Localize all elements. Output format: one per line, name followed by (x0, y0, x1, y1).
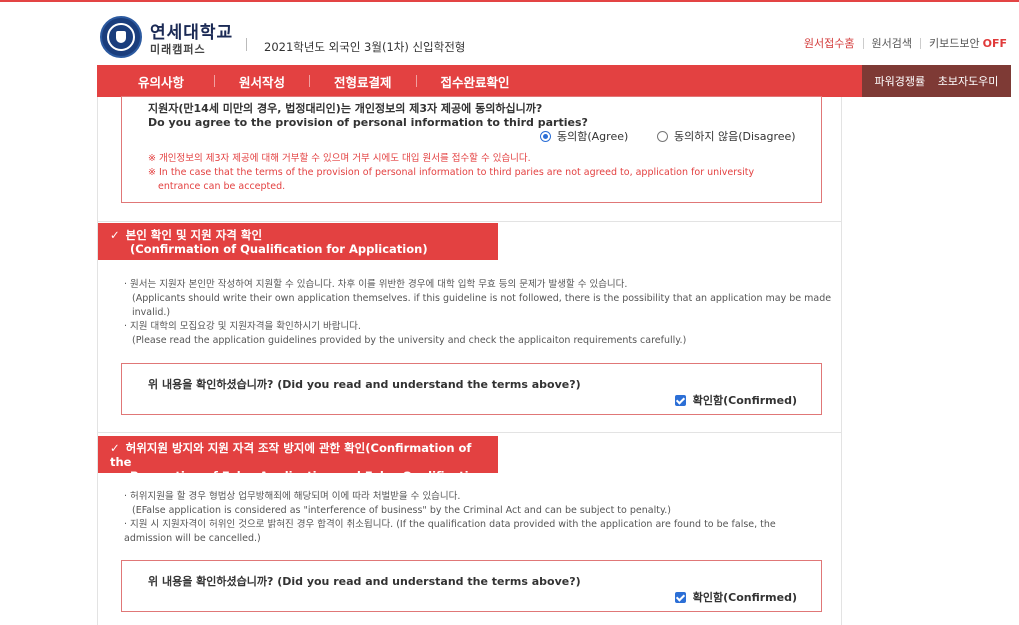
identity-confirm-question: 위 내용을 확인하셨습니까? (Did you read and underst… (148, 378, 581, 391)
consent-note-en-2: entrance can be accepted. (158, 181, 286, 192)
check-icon: ✓ (110, 228, 120, 242)
false-app-bullet-2-line2: admission will be cancelled.) (124, 533, 261, 544)
disagree-label: 동의하지 않음(Disagree) (674, 130, 796, 143)
disagree-radio[interactable]: 동의하지 않음(Disagree) (657, 128, 796, 144)
side-nav: 파워경쟁률 초보자도우미 (862, 65, 1011, 97)
third-party-consent-box: 지원자(만14세 미만의 경우, 법정대리인)는 개인정보의 제3자 제공에 동… (121, 96, 822, 203)
util-divider (862, 37, 864, 49)
section-divider (98, 432, 841, 433)
false-application-guidelines: · 허위지원을 할 경우 형법상 업무방해죄에 해당되며 이에 따라 처벌받을 … (124, 490, 776, 546)
keyboard-security-link[interactable]: 키보드보안 (929, 35, 980, 51)
identity-heading-kr: 본인 확인 및 지원 자격 확인 (125, 228, 263, 242)
keyboard-security-state[interactable]: OFF (983, 37, 1007, 50)
false-application-section-heading: ✓ 허위지원 방지와 지원 자격 조작 방지에 관한 확인(Confirmatio… (98, 436, 498, 497)
identity-guidelines: · 원서는 지원자 본인만 작성하여 지원할 수 있습니다. 차후 이를 위반한… (124, 278, 831, 348)
campus-name: 미래캠퍼스 (150, 43, 206, 56)
false-application-confirm-box: 위 내용을 확인하셨습니까? (Did you read and underst… (121, 560, 822, 612)
false-app-bullet-1-en: (EFalse application is considered as "in… (132, 505, 671, 516)
nav-item-notice[interactable]: 유의사항 (138, 72, 184, 91)
false-app-confirm-checkbox[interactable]: 확인함(Confirmed) (674, 589, 797, 605)
nav-divider (214, 75, 216, 87)
identity-confirm-checkbox[interactable]: 확인함(Confirmed) (674, 392, 797, 408)
university-seal-logo[interactable] (100, 16, 142, 58)
apply-home-link[interactable]: 원서접수홈 (804, 35, 855, 51)
checkbox-checked-icon (674, 394, 686, 406)
identity-heading-en: (Confirmation of Qualification for Appli… (130, 242, 428, 256)
nav-divider (309, 75, 311, 87)
identity-bullet-2-en: (Please read the application guidelines … (132, 335, 687, 346)
consent-note-kr: ※ 개인정보의 제3자 제공에 대해 거부할 수 있으며 거부 시에도 대입 원… (148, 153, 531, 164)
nav-divider (415, 75, 417, 87)
identity-section-heading: ✓ 본인 확인 및 지원 자격 확인 (Confirmation of Quali… (98, 223, 498, 260)
false-app-confirm-question: 위 내용을 확인하셨습니까? (Did you read and underst… (148, 575, 581, 588)
section-divider (98, 221, 841, 222)
agree-radio[interactable]: 동의함(Agree) (540, 128, 628, 144)
radio-indicator (540, 130, 551, 142)
apply-search-link[interactable]: 원서검색 (872, 35, 912, 51)
false-app-bullet-1-kr: · 허위지원을 할 경우 형법상 업무방해죄에 해당되며 이에 따라 처벌받을 … (124, 491, 461, 502)
consent-question-kr: 지원자(만14세 미만의 경우, 법정대리인)는 개인정보의 제3자 제공에 동… (148, 102, 543, 115)
identity-confirm-box: 위 내용을 확인하셨습니까? (Did you read and underst… (121, 363, 822, 415)
identity-bullet-1-kr: · 원서는 지원자 본인만 작성하여 지원할 수 있습니다. 차후 이를 위반한… (124, 279, 628, 290)
utility-links: 원서접수홈 원서검색 키보드보안 OFF (804, 35, 1007, 51)
title-divider (246, 38, 247, 51)
false-app-confirm-label: 확인함(Confirmed) (692, 591, 797, 604)
checkbox-checked-icon (674, 591, 686, 603)
false-app-bullet-2-line1: · 지원 시 지원자격이 허위인 것으로 밝혀진 경우 합격이 취소됩니다. (… (124, 519, 776, 530)
identity-bullet-1-en-2: invalid.) (132, 307, 171, 318)
identity-bullet-1-en-1: (Applicants should write their own appli… (132, 293, 832, 304)
consent-note-en-1: ※ In the case that the terms of the prov… (148, 167, 755, 178)
site-header: 연세대학교 미래캠퍼스 2021학년도 외국인 3월(1차) 신입학전형 원서접… (0, 2, 1019, 65)
check-icon: ✓ (110, 441, 120, 455)
nav-item-application-form[interactable]: 원서작성 (239, 72, 286, 102)
main-nav: 유의사항 원서작성 전형료결제 접수완료확인 (97, 65, 862, 102)
identity-bullet-2-kr: · 지원 대학의 모집요강 및 지원자격을 확인하시기 바랍니다. (124, 321, 361, 332)
nav-item-payment[interactable]: 전형료결제 (334, 72, 392, 91)
consent-question-en: Do you agree to the provision of persona… (148, 116, 588, 129)
agree-label: 동의함(Agree) (557, 130, 629, 143)
false-app-heading-line1: 허위지원 방지와 지원 자격 조작 방지에 관한 확인(Confirmation… (110, 441, 472, 469)
beginner-helper-link[interactable]: 초보자도우미 (938, 73, 999, 89)
identity-confirm-label: 확인함(Confirmed) (692, 394, 797, 407)
page-title: 2021학년도 외국인 3월(1차) 신입학전형 (264, 40, 466, 54)
nav-item-label: 원서작성 (239, 74, 286, 90)
nav-item-completion-check[interactable]: 접수완료확인 (441, 72, 510, 91)
university-name[interactable]: 연세대학교 (150, 18, 233, 43)
power-competition-link[interactable]: 파워경쟁률 (875, 73, 926, 89)
util-divider (920, 37, 921, 49)
radio-indicator (657, 130, 668, 142)
application-form-panel: 지원자(만14세 미만의 경우, 법정대리인)는 개인정보의 제3자 제공에 동… (97, 96, 842, 625)
